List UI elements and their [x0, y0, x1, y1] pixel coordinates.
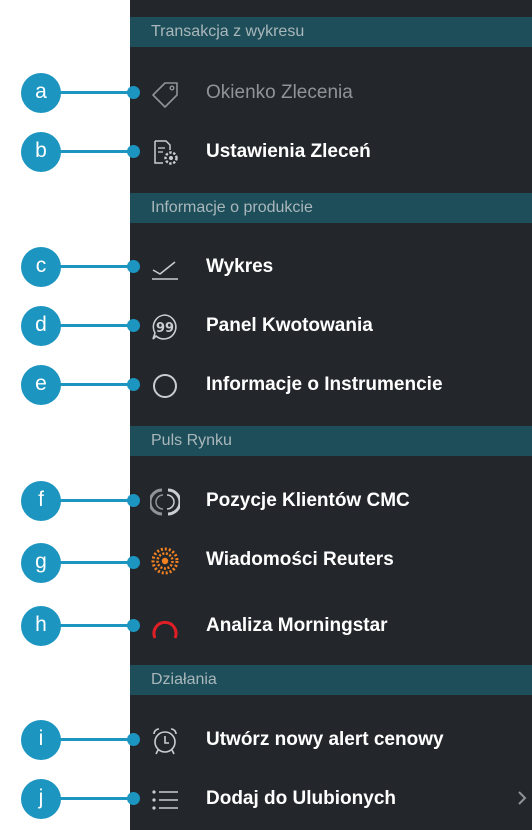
callout-letter: b [21, 132, 61, 172]
menu-item-label: Wiadomości Reuters [206, 549, 394, 570]
callout-line [60, 797, 133, 800]
svg-text:99: 99 [156, 321, 174, 336]
morningstar-logo-icon [152, 620, 178, 639]
alarm-clock-icon [153, 728, 177, 755]
callout-dot [127, 619, 140, 632]
menu-item-label: Dodaj do Ulubionych [206, 788, 396, 809]
section-title: Puls Rynku [151, 432, 232, 449]
menu-item-label: Ustawienia Zleceń [206, 141, 371, 162]
menu-item-label: Wykres [206, 256, 274, 277]
callout-letter: h [21, 606, 61, 646]
chevron-right-icon[interactable] [516, 790, 528, 806]
callout-dot [127, 733, 140, 746]
client-sentiment-icon [150, 488, 180, 516]
list-icon [152, 790, 178, 810]
callout-f: f [0, 481, 140, 521]
menu-item-reuters-news[interactable]: Wiadomości Reuters [130, 532, 532, 588]
menu-item-chart[interactable]: Wykres [130, 239, 532, 295]
callout-c: c [0, 247, 140, 287]
callout-line [60, 150, 133, 153]
menu-item-instrument-info[interactable]: Informacje o Instrumencie [130, 357, 532, 413]
callout-letter: f [21, 481, 61, 521]
context-menu: Transakcja z wykresu Okienko Zlecenia Us… [130, 0, 532, 830]
callout-dot [127, 792, 140, 805]
section-market-pulse: Puls Rynku [130, 426, 532, 456]
callout-b: b [0, 132, 140, 172]
price-tag-icon [152, 82, 178, 108]
menu-item-label: Pozycje Klientów CMC [206, 490, 410, 511]
settings-doc-icon [154, 140, 178, 165]
callout-line [60, 324, 133, 327]
callout-g: g [0, 543, 140, 583]
callout-line [60, 265, 133, 268]
callout-j: j [0, 779, 140, 819]
callout-dot [127, 260, 140, 273]
menu-item-favourites[interactable]: Dodaj do Ulubionych [130, 771, 532, 827]
callout-dot [127, 319, 140, 332]
callout-dot [127, 145, 140, 158]
reuters-logo-icon [151, 547, 179, 575]
callout-line [60, 383, 133, 386]
callout-line [60, 624, 133, 627]
menu-item-price-panel[interactable]: 99 Panel Kwotowania [130, 298, 532, 354]
callout-h: h [0, 606, 140, 646]
callout-line [60, 499, 133, 502]
callout-letter: a [21, 73, 61, 113]
menu-item-order-settings[interactable]: Ustawienia Zleceń [130, 124, 532, 180]
menu-item-client-positions[interactable]: Pozycje Klientów CMC [130, 473, 532, 529]
menu-item-order-ticket[interactable]: Okienko Zlecenia [130, 65, 532, 121]
callout-line [60, 561, 133, 564]
callout-line [60, 91, 133, 94]
menu-item-label: Analiza Morningstar [206, 615, 388, 636]
quote-bubble-icon: 99 [152, 314, 177, 340]
callout-dot [127, 378, 140, 391]
callout-dot [127, 494, 140, 507]
callout-i: i [0, 720, 140, 760]
callout-line [60, 738, 133, 741]
chart-line-icon [152, 261, 178, 280]
callout-dot [127, 556, 140, 569]
menu-item-price-alert[interactable]: Utwórz nowy alert cenowy [130, 712, 532, 768]
callout-letter: i [21, 720, 61, 760]
section-actions: Działania [130, 665, 532, 695]
callout-letter: c [21, 247, 61, 287]
menu-item-label: Informacje o Instrumencie [206, 374, 443, 395]
callout-a: a [0, 73, 140, 113]
callout-letter: d [21, 306, 61, 346]
circle-info-icon [153, 374, 177, 398]
menu-item-label: Panel Kwotowania [206, 315, 373, 336]
section-trade-from-chart: Transakcja z wykresu [130, 17, 532, 47]
callout-dot [127, 86, 140, 99]
callout-letter: g [21, 543, 61, 583]
section-title: Informacje o produkcie [151, 199, 313, 216]
callout-letter: e [21, 365, 61, 405]
section-title: Transakcja z wykresu [151, 23, 305, 40]
section-title: Działania [151, 671, 217, 688]
menu-item-label: Utwórz nowy alert cenowy [206, 729, 444, 750]
menu-item-label: Okienko Zlecenia [206, 82, 353, 103]
menu-item-morningstar[interactable]: Analiza Morningstar [130, 598, 532, 654]
callout-e: e [0, 365, 140, 405]
callout-d: d [0, 306, 140, 346]
section-product-info: Informacje o produkcie [130, 193, 532, 223]
callout-letter: j [21, 779, 61, 819]
